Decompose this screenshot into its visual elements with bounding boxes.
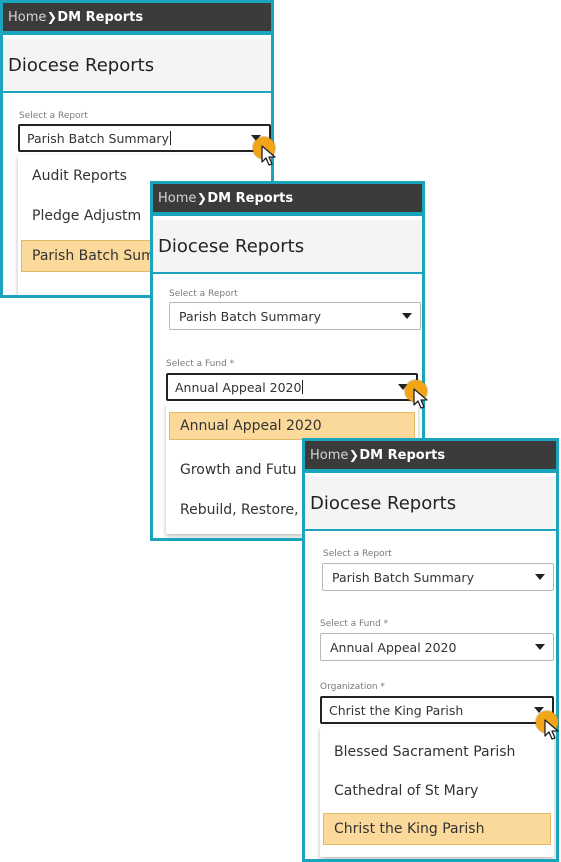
report-panel-step-3: Home ❯ DM Reports Diocese Reports Select… [302,438,559,862]
chevron-right-icon: ❯ [348,448,359,462]
mouse-pointer-icon [536,711,561,745]
breadcrumb-home-link[interactable]: Home [158,191,196,206]
breadcrumb-home-link[interactable]: Home [310,448,348,463]
organization-option[interactable]: Blessed Sacrament Parish [320,737,554,767]
text-cursor [302,380,304,394]
caret-down-icon[interactable] [535,644,545,650]
report-select-value: Parish Batch Summary [179,308,321,324]
report-select-label: Select a Report [323,549,392,559]
breadcrumb: Home ❯ DM Reports [3,3,271,35]
page-title: Diocese Reports [8,54,155,76]
organization-options-list: Blessed Sacrament Parish Cathedral of St… [320,727,554,857]
fund-select-label: Select a Fund * [320,619,389,629]
breadcrumb-current: DM Reports [57,9,144,25]
report-select[interactable]: Parish Batch Summary [322,563,554,591]
text-cursor [169,131,171,145]
organization-option-selected[interactable]: Christ the King Parish [323,813,551,845]
page-header: Diocese Reports [3,39,271,93]
report-select[interactable]: Parish Batch Summary [169,302,421,330]
caret-down-icon[interactable] [402,313,412,319]
chevron-right-icon: ❯ [196,191,207,205]
fund-select-value: Annual Appeal 2020 [330,639,457,655]
report-select-label: Select a Report [19,111,88,121]
breadcrumb-current: DM Reports [207,190,294,206]
page-header: Diocese Reports [305,477,556,531]
fund-option-selected[interactable]: Annual Appeal 2020 [169,412,415,440]
report-select-value: Parish Batch Summary [27,130,169,146]
page-header: Diocese Reports [153,220,422,274]
report-select[interactable]: Parish Batch Summary [18,124,271,152]
chevron-right-icon: ❯ [46,10,57,24]
fund-select-value: Annual Appeal 2020 [175,379,302,395]
breadcrumb-current: DM Reports [359,447,446,463]
fund-select-label: Select a Fund * [166,359,235,369]
organization-option[interactable]: Cathedral of St Mary [320,776,554,806]
organization-select-label: Organization * [320,682,385,692]
fund-select[interactable]: Annual Appeal 2020 [320,633,554,661]
page-title: Diocese Reports [310,492,457,514]
report-select-label: Select a Report [169,289,238,299]
organization-select-value: Christ the King Parish [329,702,464,718]
mouse-pointer-icon [253,137,283,171]
page-title: Diocese Reports [158,235,305,257]
fund-select[interactable]: Annual Appeal 2020 [166,373,418,401]
breadcrumb: Home ❯ DM Reports [153,184,422,216]
report-select-value: Parish Batch Summary [332,569,474,585]
caret-down-icon[interactable] [535,574,545,580]
breadcrumb: Home ❯ DM Reports [305,441,556,473]
breadcrumb-home-link[interactable]: Home [8,10,46,25]
mouse-pointer-icon [405,380,435,414]
organization-select[interactable]: Christ the King Parish [320,696,554,724]
